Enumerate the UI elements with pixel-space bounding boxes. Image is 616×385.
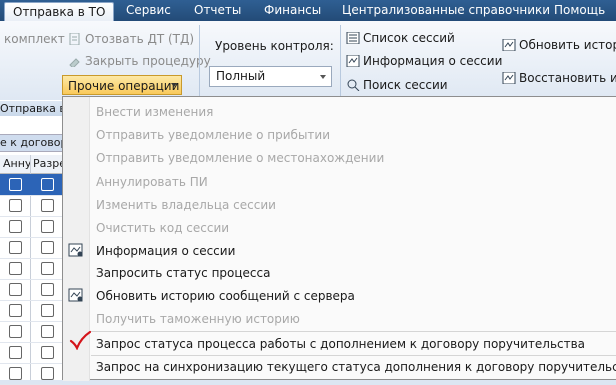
ribbon-group-divider xyxy=(199,25,200,97)
update-history-label: Обновить историю xyxy=(519,38,616,52)
dropdown-arrow-icon xyxy=(171,83,177,87)
row-checkbox[interactable] xyxy=(41,325,54,338)
sessions-list-label: Список сессий xyxy=(363,31,455,45)
table-row[interactable] xyxy=(0,216,62,238)
search-icon xyxy=(346,79,360,92)
table-row[interactable] xyxy=(0,363,62,385)
ribbon-group-divider xyxy=(340,25,341,97)
row-checkbox[interactable] xyxy=(9,325,22,338)
checkmark-icon xyxy=(69,330,92,351)
session-search-label: Поиск сессии xyxy=(363,78,448,92)
row-checkbox[interactable] xyxy=(41,241,54,254)
menu-item-uvedomlenie-pribytie[interactable]: Отправить уведомление о прибытии xyxy=(96,128,330,142)
row-checkbox[interactable] xyxy=(9,178,22,191)
table-row[interactable] xyxy=(0,258,62,280)
tab-otchety[interactable]: Отчеты xyxy=(194,0,241,21)
row-checkbox[interactable] xyxy=(9,304,22,317)
prochie-operacii-button[interactable]: Прочие операции xyxy=(62,75,182,95)
tab-servis[interactable]: Сервис xyxy=(126,0,171,21)
column-header-annul[interactable]: Анну xyxy=(3,155,31,173)
otozvat-label: Отозвать ДТ (ТД) xyxy=(85,32,195,46)
menu-item-zapros-statusa-dopolneniya[interactable]: Запрос статуса процесса работы с дополне… xyxy=(96,337,585,351)
komplekt-label: комплект xyxy=(4,32,65,46)
menu-item-obnovit-istoriyu[interactable]: Обновить историю сообщений с сервера xyxy=(96,289,355,303)
row-checkbox[interactable] xyxy=(41,304,54,317)
table-row[interactable] xyxy=(0,342,62,364)
menu-separator xyxy=(91,355,616,356)
zakryt-procedure-button[interactable]: Закрыть процедуру xyxy=(68,54,211,69)
row-checkbox[interactable] xyxy=(9,367,22,380)
row-checkbox[interactable] xyxy=(41,367,54,380)
row-checkbox[interactable] xyxy=(41,283,54,296)
menu-item-vnesti-izmeneniya[interactable]: Внести изменения xyxy=(96,105,213,119)
restore-history-label: Восстановить ист xyxy=(519,71,616,85)
row-checkbox[interactable] xyxy=(41,178,54,191)
row-checkbox[interactable] xyxy=(9,262,22,275)
menu-separator xyxy=(91,331,616,332)
sessions-list-button[interactable]: Список сессий xyxy=(346,31,455,45)
prochie-operacii-label: Прочие операции xyxy=(68,79,180,93)
restore-history-button[interactable]: Восстановить ист xyxy=(502,71,616,85)
refresh-history-icon xyxy=(68,288,84,302)
table-row[interactable] xyxy=(0,321,62,343)
session-info-icon xyxy=(346,54,360,68)
prochie-operacii-menu: Внести изменения Отправить уведомление о… xyxy=(62,96,616,381)
menu-item-zaprosit-status[interactable]: Запросить статус процесса xyxy=(96,266,270,280)
otozvat-dt-button[interactable]: Отозвать ДТ (ТД) xyxy=(68,32,194,46)
table-row[interactable] xyxy=(0,195,62,217)
update-history-button[interactable]: Обновить историю xyxy=(502,38,616,52)
left-panel-header: Отправка в xyxy=(0,101,62,116)
row-checkbox[interactable] xyxy=(41,199,54,212)
table-row[interactable] xyxy=(0,237,62,259)
session-info-icon xyxy=(68,243,84,257)
komplekt-button[interactable]: комплект xyxy=(4,32,65,46)
tab-spravochniki[interactable]: Централизованные справочники xyxy=(342,0,550,21)
chevron-down-icon xyxy=(320,75,326,79)
document-revoke-icon xyxy=(68,32,82,46)
menu-item-izmenit-vladeltsa[interactable]: Изменить владельца сессии xyxy=(96,198,276,212)
row-checkbox[interactable] xyxy=(9,199,22,212)
session-info-button[interactable]: Информация о сессии xyxy=(346,54,502,68)
menu-item-sinhronizaciya-statusa[interactable]: Запрос на синхронизацию текущего статуса… xyxy=(96,360,616,374)
table-row[interactable] xyxy=(0,279,62,301)
menu-item-poluchit-tamozhennuyu-istoriyu[interactable]: Получить таможенную историю xyxy=(96,312,300,326)
control-level-label: Уровень контроля: xyxy=(215,39,334,53)
restore-history-icon xyxy=(502,71,516,85)
list-icon xyxy=(346,31,360,45)
control-level-value: Полный xyxy=(216,69,266,83)
session-info-label: Информация о сессии xyxy=(363,54,503,68)
row-checkbox[interactable] xyxy=(41,346,54,359)
row-checkbox[interactable] xyxy=(9,220,22,233)
left-panel-subheader[interactable]: е к договору xyxy=(0,134,62,152)
row-checkbox[interactable] xyxy=(9,283,22,296)
menu-item-uvedomlenie-mestonahozhdenie[interactable]: Отправить уведомление о местонахождении xyxy=(96,151,384,165)
session-search-button[interactable]: Поиск сессии xyxy=(346,78,448,92)
tab-pomosch[interactable]: Помощь xyxy=(554,0,605,21)
ribbon-tab-strip: Отправка в ТО Сервис Отчеты Финансы Цент… xyxy=(0,0,616,22)
menu-item-ochistit-kod[interactable]: Очистить код сессии xyxy=(96,221,229,235)
refresh-history-icon xyxy=(502,38,516,52)
row-checkbox[interactable] xyxy=(41,262,54,275)
grid-column-headers: Анну Разре xyxy=(0,155,66,174)
row-checkbox[interactable] xyxy=(9,241,22,254)
row-checkbox[interactable] xyxy=(9,346,22,359)
tab-finansy[interactable]: Финансы xyxy=(264,0,321,21)
menu-item-informaciya-o-sessii[interactable]: Информация о сессии xyxy=(96,244,235,258)
row-checkbox[interactable] xyxy=(41,220,54,233)
menu-item-annulirovat-pi[interactable]: Аннулировать ПИ xyxy=(96,175,208,189)
zakryt-label: Закрыть процедуру xyxy=(85,54,211,68)
table-row[interactable] xyxy=(0,174,62,196)
control-level-select[interactable]: Полный xyxy=(209,66,332,87)
tab-otpravka-v-to[interactable]: Отправка в ТО xyxy=(4,2,115,22)
close-procedure-icon xyxy=(68,55,82,69)
table-row[interactable] xyxy=(0,300,62,322)
